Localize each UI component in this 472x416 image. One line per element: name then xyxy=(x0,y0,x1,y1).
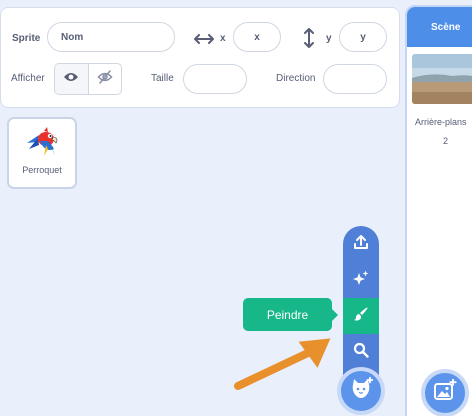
direction-label: Direction xyxy=(276,73,316,84)
surprise-sprite-button[interactable] xyxy=(343,262,379,298)
hide-button[interactable] xyxy=(87,64,122,94)
sprite-info-panel: Sprite Nom x x y y Afficher Taille Direc… xyxy=(0,7,400,108)
paint-brush-icon xyxy=(353,306,369,327)
backdrop-thumbnail xyxy=(412,54,472,104)
choose-sprite-button[interactable] xyxy=(343,334,379,370)
vertical-arrows-icon xyxy=(303,28,315,53)
sprite-name-input[interactable]: Nom xyxy=(47,22,175,52)
stage-panel[interactable]: Scène Arrière-plans 2 xyxy=(405,5,472,416)
eye-slash-icon xyxy=(97,69,113,89)
add-sprite-button[interactable] xyxy=(337,367,385,415)
y-label: y xyxy=(326,33,332,44)
direction-input[interactable] xyxy=(323,64,387,94)
x-input[interactable]: x xyxy=(233,22,281,52)
sprite-label: Sprite xyxy=(12,33,41,44)
backdrops-count: 2 xyxy=(443,136,449,146)
show-label: Afficher xyxy=(11,73,45,84)
add-backdrop-button[interactable] xyxy=(421,369,469,416)
backdrops-label: Arrière-plans xyxy=(415,117,467,127)
y-input[interactable]: y xyxy=(339,22,387,52)
paint-tooltip: Peindre xyxy=(243,298,338,331)
image-plus-icon xyxy=(433,378,457,408)
sprite-action-menu xyxy=(343,226,379,376)
cat-plus-icon xyxy=(349,376,374,406)
horizontal-arrows-icon xyxy=(194,32,214,50)
eye-icon xyxy=(63,70,79,88)
sprite-tile-perroquet[interactable]: Perroquet xyxy=(7,117,77,189)
size-input[interactable] xyxy=(183,64,247,94)
search-icon xyxy=(353,342,369,363)
x-label: x xyxy=(220,33,226,44)
upload-sprite-button[interactable] xyxy=(343,226,379,262)
show-button[interactable] xyxy=(55,64,88,94)
orange-arrow-icon xyxy=(232,334,342,399)
stage-header: Scène xyxy=(407,7,472,47)
visibility-toggle xyxy=(54,63,122,95)
sprite-name: Perroquet xyxy=(22,165,62,175)
surprise-sparkle-icon xyxy=(353,270,369,291)
paint-sprite-button[interactable] xyxy=(343,298,379,334)
upload-icon xyxy=(353,234,369,255)
size-label: Taille xyxy=(151,73,174,84)
parrot-icon xyxy=(25,125,61,166)
